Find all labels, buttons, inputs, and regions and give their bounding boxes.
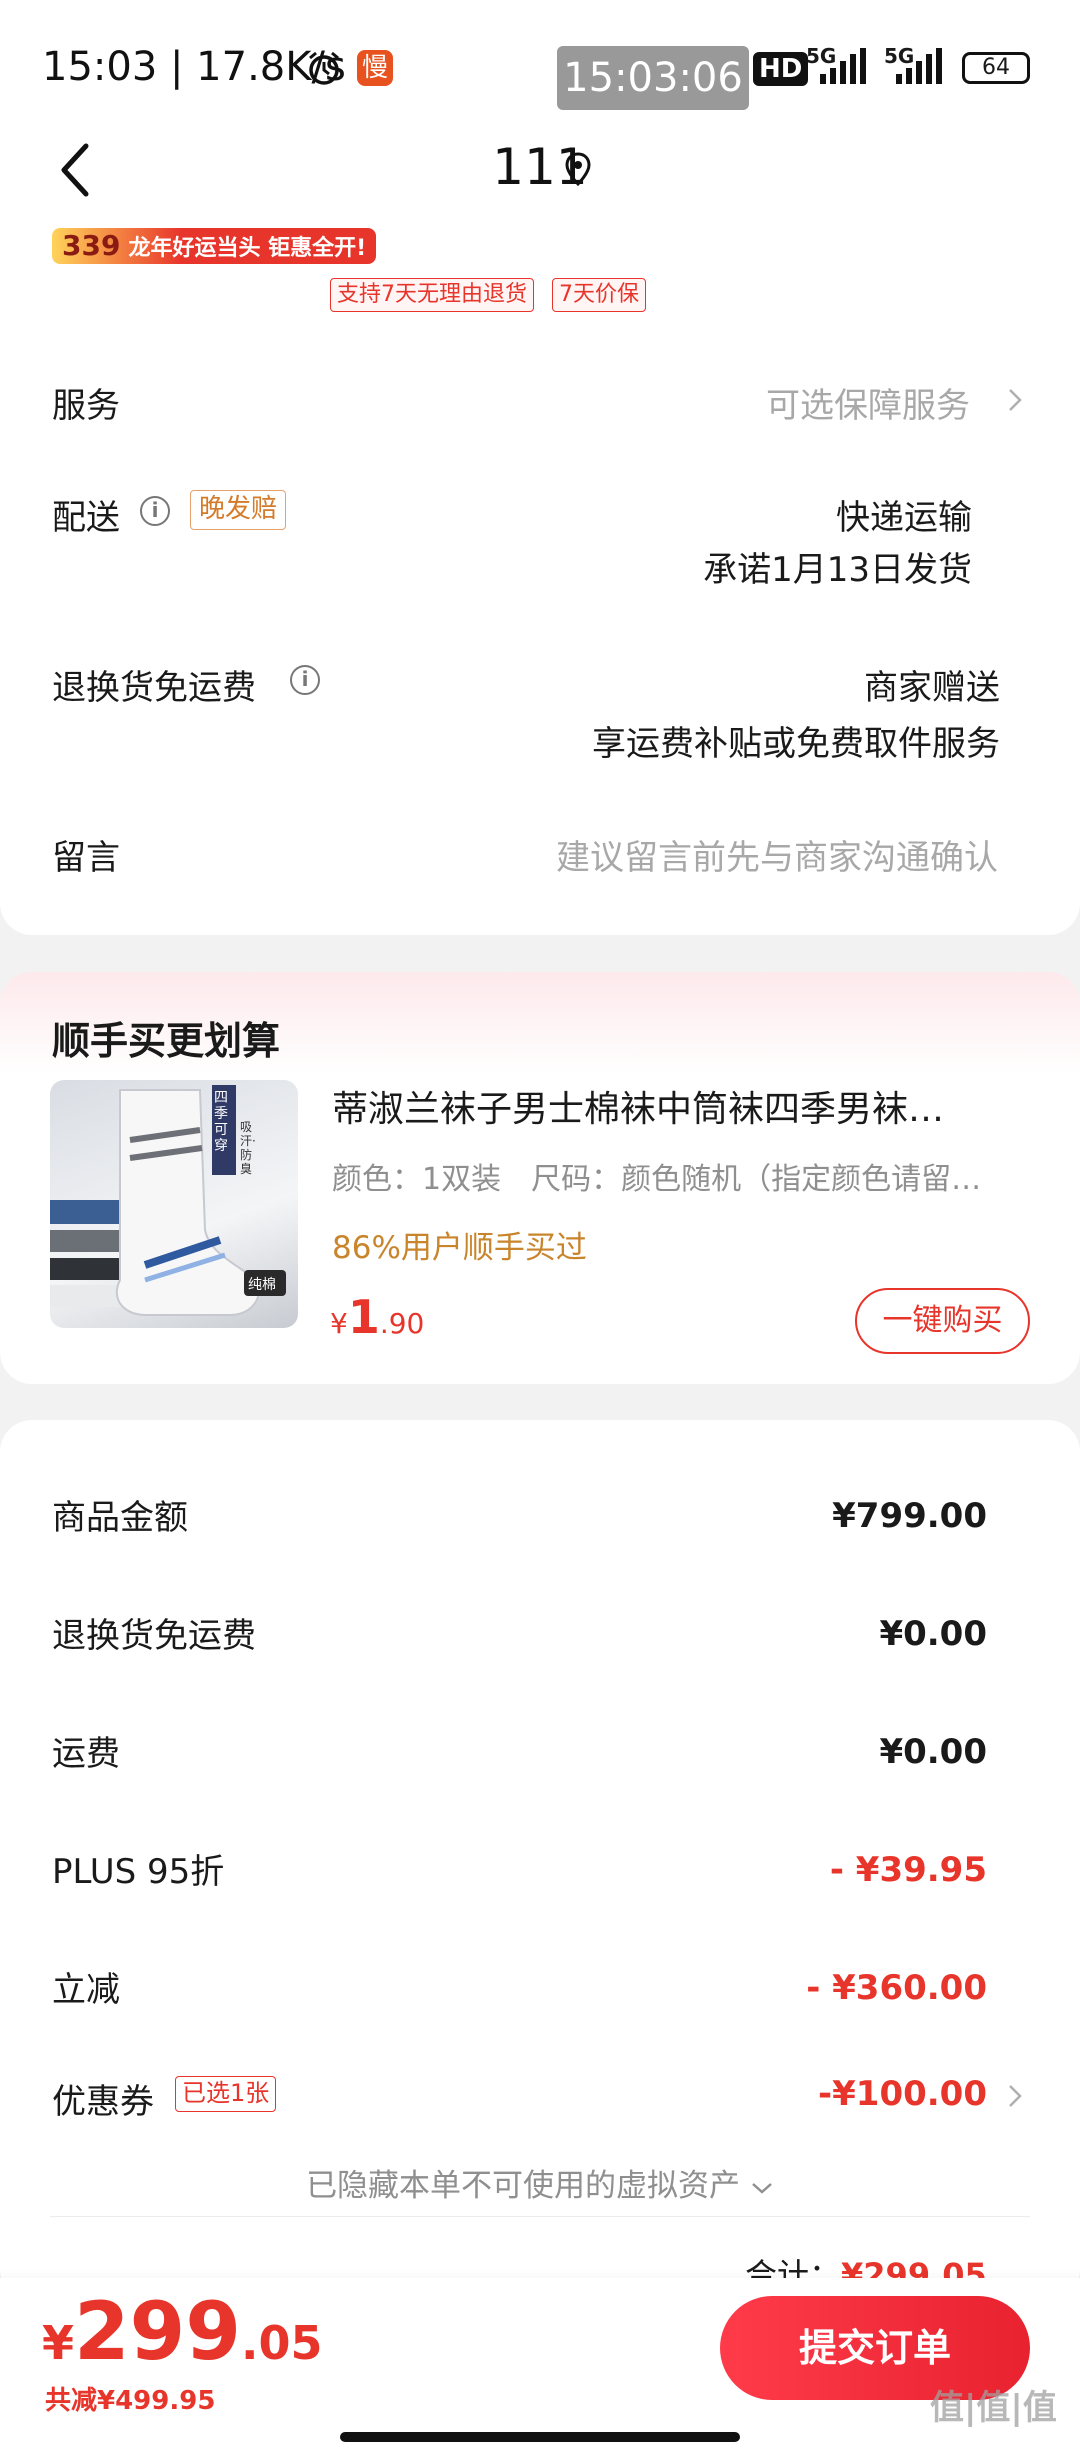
addon-price: ¥1.90 (330, 1290, 424, 1344)
addon-price-int: 1 (347, 1290, 380, 1344)
amount-label: PLUS 95折 (52, 1852, 225, 1892)
price-protect-pill: 7天价保 (552, 278, 646, 312)
addon-product-name[interactable]: 蒂淑兰袜子男士棉袜中筒袜四季男袜… (332, 1080, 1012, 1132)
coupon-label: 优惠券 (52, 2082, 154, 2122)
clock-overlay: 15:03:06 (557, 46, 749, 110)
addon-title: 顺手买更划算 (52, 1019, 281, 1063)
message-label: 留言 (52, 838, 120, 878)
promo-text: 龙年好运当头 钜惠全开! (128, 236, 367, 261)
thumb-tag-3: 纯棉 (248, 1277, 276, 1293)
product-thumbnail[interactable]: 四季可穿 吸汗·防臭 纯棉 (50, 1080, 298, 1328)
addon-price-dec: .90 (379, 1307, 425, 1340)
signal-icon-2 (896, 48, 942, 84)
chevron-right-icon[interactable] (1008, 388, 1022, 412)
amount-label: 商品金额 (52, 1498, 188, 1538)
page-title: 111 (492, 138, 588, 196)
return-info-icon[interactable]: i (290, 665, 320, 695)
delivery-method[interactable]: 快递运输 (836, 490, 972, 539)
amount-value: ¥0.00 (879, 1614, 987, 1654)
promo-tag: 339 龙年好运当头 钜惠全开! (52, 228, 377, 264)
hd-badge: HD (753, 52, 809, 86)
divider (50, 2216, 1030, 2217)
alarm-icon (309, 51, 339, 85)
service-label: 服务 (52, 386, 120, 426)
late-compensation-tag: 晚发赔 (190, 490, 287, 530)
amount-label: 退换货免运费 (52, 1616, 256, 1656)
total-dec: .05 (241, 2316, 323, 2370)
chevron-down-icon (752, 2182, 772, 2194)
return-shipping-line1: 商家赠送 (864, 668, 1000, 708)
no-reason-return-pill: 支持7天无理由退货 (330, 278, 534, 312)
amount-value: ¥799.00 (832, 1496, 987, 1536)
service-value[interactable]: 可选保障服务 (766, 378, 970, 427)
delivery-promise: 承诺1月13日发货 (703, 550, 972, 590)
hidden-assets-toggle[interactable]: 已隐藏本单不可使用的虚拟资产 (0, 2160, 1080, 2205)
hidden-assets-text: 已隐藏本单不可使用的虚拟资产 (306, 2168, 741, 2204)
message-input[interactable]: 建议留言前先与商家沟通确认 (556, 830, 998, 879)
signal-icon (820, 48, 866, 84)
return-shipping-label: 退换货免运费 (52, 668, 256, 708)
amount-label: 运费 (52, 1734, 120, 1774)
home-indicator[interactable] (340, 2432, 740, 2442)
coupon-value[interactable]: -¥100.00 (818, 2074, 987, 2114)
thumb-tag-1: 四季可穿 (214, 1090, 228, 1154)
total-price: ¥299.05 (42, 2285, 323, 2378)
total-saved[interactable]: 共减¥499.95 (45, 2380, 215, 2417)
amount-value: - ¥360.00 (806, 1968, 987, 2008)
addon-bought-rate: 86%用户顺手买过 (332, 1230, 587, 1266)
battery-icon: 64 (962, 52, 1030, 84)
slow-badge: 慢 (357, 50, 393, 86)
thumb-tag-2: 吸汗·防臭 (240, 1120, 256, 1176)
promo-number: 339 (62, 229, 121, 262)
total-int: 299 (74, 2285, 242, 2378)
addon-product-spec[interactable]: 颜色：1双装 尺码：颜色随机（指定颜色请留… (332, 1154, 1027, 1198)
delivery-label: 配送 (52, 498, 120, 538)
addon-price-currency: ¥ (330, 1307, 348, 1340)
amount-label: 立减 (52, 1970, 120, 2010)
one-click-buy-button[interactable]: 一键购买 (855, 1288, 1030, 1354)
coupon-selected-tag: 已选1张 (175, 2076, 277, 2112)
amount-value: - ¥39.95 (829, 1850, 987, 1890)
chevron-right-icon[interactable] (1008, 2084, 1022, 2108)
watermark-logo: 值|值|值 (930, 2388, 1057, 2428)
location-pin-icon[interactable] (564, 152, 592, 186)
status-time: 15:03 | 17.8K/s (42, 44, 346, 90)
return-shipping-line2: 享运费补贴或免费取件服务 (592, 724, 1000, 764)
amount-value: ¥0.00 (879, 1732, 987, 1772)
total-currency: ¥ (42, 2316, 75, 2370)
delivery-info-icon[interactable]: i (140, 496, 170, 526)
